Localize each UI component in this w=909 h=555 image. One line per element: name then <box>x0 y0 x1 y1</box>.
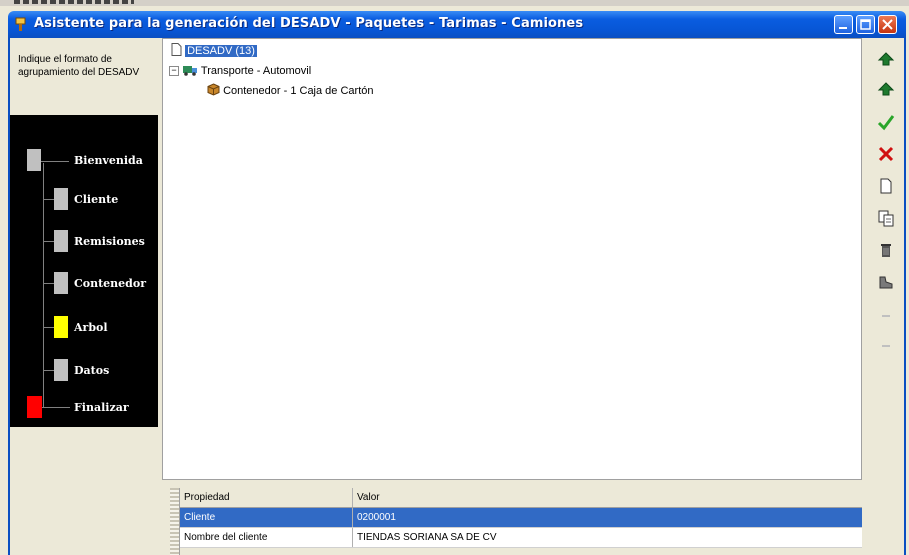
step-cliente-marker <box>54 188 68 210</box>
tree-root-label[interactable]: DESADV (13) <box>185 45 257 57</box>
delete-button[interactable] <box>874 142 898 166</box>
property-value[interactable]: 0200001 <box>357 512 396 523</box>
minimize-icon <box>839 27 847 29</box>
accept-icon <box>877 115 895 131</box>
copy-icon <box>878 210 894 227</box>
close-button[interactable] <box>878 15 897 34</box>
property-grid: Propiedad Valor Cliente 0200001 Nombre d… <box>170 488 862 555</box>
property-name: Cliente <box>184 512 216 523</box>
document-icon <box>171 43 182 56</box>
move-up-icon <box>877 52 895 66</box>
tree-transport-label: Transporte - Automovil <box>200 65 312 77</box>
tree-container-label: Contenedor - 1 Caja de Cartón <box>223 85 374 97</box>
property-row-selected[interactable]: Cliente 0200001 <box>180 508 862 528</box>
property-row[interactable]: Nombre del cliente TIENDAS SORIANA SA DE… <box>180 528 862 548</box>
step-datos-label: Datos <box>74 364 110 377</box>
app-icon <box>15 17 26 31</box>
step-arbol-marker <box>54 316 68 338</box>
tree-node-root[interactable]: DESADV (13) <box>171 43 257 57</box>
property-name: Nombre del cliente <box>184 532 268 543</box>
property-value[interactable]: TIENDAS SORIANA SA DE CV <box>357 532 496 543</box>
step-cliente-label: Cliente <box>74 193 119 206</box>
maximize-icon <box>860 19 871 30</box>
step-bienvenida-marker <box>27 149 41 171</box>
delete-icon <box>878 146 894 162</box>
background-window-strip <box>0 0 909 6</box>
tree-view[interactable]: DESADV (13) − Transporte - Automovil Con… <box>162 38 862 480</box>
step-contenedor-marker <box>54 272 68 294</box>
step-remisiones-label: Remisiones <box>74 235 145 248</box>
copy-button[interactable] <box>874 206 898 230</box>
value-header[interactable]: Valor <box>357 492 380 503</box>
maximize-button[interactable] <box>856 15 875 34</box>
window-title: Asistente para la generación del DESADV … <box>34 16 584 31</box>
property-table: Propiedad Valor Cliente 0200001 Nombre d… <box>180 488 862 548</box>
shoe-icon <box>879 276 893 289</box>
right-toolbar <box>868 38 904 555</box>
close-icon <box>882 19 893 30</box>
tree-node-container[interactable]: Contenedor - 1 Caja de Cartón <box>207 83 374 97</box>
move-down-icon <box>877 82 895 96</box>
accept-button[interactable] <box>874 110 898 134</box>
arrow-up-disabled-button[interactable] <box>874 304 898 328</box>
move-down-button[interactable] <box>874 78 898 102</box>
splitter-grip[interactable] <box>170 488 180 555</box>
property-header[interactable]: Propiedad <box>184 492 344 503</box>
step-datos-marker <box>54 359 68 381</box>
trash-button[interactable] <box>874 238 898 262</box>
truck-icon <box>183 66 198 76</box>
property-header-row: Propiedad Valor <box>180 488 862 508</box>
step-bienvenida-label: Bienvenida <box>74 154 143 167</box>
new-document-button[interactable] <box>874 174 898 198</box>
step-arbol-label: Arbol <box>74 321 108 334</box>
tree-node-transport[interactable]: − Transporte - Automovil <box>169 63 311 77</box>
step-finalizar-label: Finalizar <box>74 401 129 414</box>
wizard-steps: Bienvenida Cliente Remisiones Contenedor… <box>10 115 158 427</box>
arrow-up-disabled-icon <box>882 315 890 317</box>
move-up-button[interactable] <box>874 48 898 72</box>
instruction-text: Indique el formato de agrupamiento del D… <box>18 54 140 78</box>
arrow-down-disabled-button[interactable] <box>874 334 898 358</box>
arrow-down-disabled-icon <box>882 345 890 347</box>
step-remisiones-marker <box>54 230 68 252</box>
trash-icon <box>881 244 891 257</box>
new-document-icon <box>880 178 892 194</box>
tree-expander-button[interactable]: − <box>169 66 179 76</box>
shoe-button[interactable] <box>874 270 898 294</box>
box-icon <box>207 83 220 96</box>
title-bar[interactable]: Asistente para la generación del DESADV … <box>8 11 906 38</box>
step-finalizar-marker <box>27 396 42 418</box>
step-contenedor-label: Contenedor <box>74 277 146 290</box>
minimize-button[interactable] <box>834 15 853 34</box>
